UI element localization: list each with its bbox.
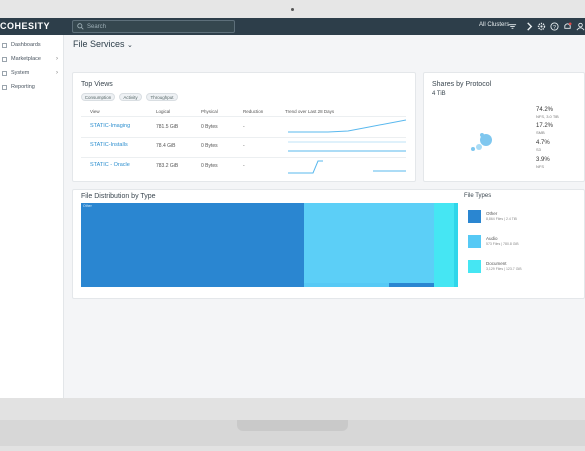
shares-total: 4 TiB — [432, 91, 446, 97]
reduction-value: - — [243, 163, 245, 169]
page-title-text: File Services — [73, 39, 125, 49]
trend-sparkline — [288, 141, 406, 152]
protocol-label: NFS, 3.0 TiB — [536, 114, 559, 119]
reduction-value: - — [243, 124, 245, 130]
page-title[interactable]: File Services ⌄ — [73, 39, 133, 49]
file-distribution-card: File Distribution by Type Other File Typ… — [72, 189, 585, 299]
screen: COHESITY Search All Clusters ? Dashboard… — [0, 18, 585, 398]
physical-value: 0 Bytes — [201, 163, 218, 169]
legend-name: Audio — [486, 236, 498, 241]
sidebar-item-dashboards[interactable]: Dashboards — [0, 39, 64, 51]
protocol-label: NFS — [536, 164, 544, 169]
legend-swatch — [468, 260, 481, 273]
file-types-title: File Types — [464, 193, 492, 199]
logical-value: 783.2 GiB — [156, 163, 179, 169]
protocol-pct: 4.7% — [536, 140, 550, 146]
physical-value: 0 Bytes — [201, 143, 218, 149]
sidebar: Dashboards Marketplace › System › Reportin… — [0, 35, 64, 398]
svg-text:?: ? — [553, 25, 556, 31]
chevron-down-icon: ⌄ — [127, 42, 133, 49]
system-icon — [2, 70, 7, 76]
marketplace-icon — [2, 56, 7, 62]
sidebar-item-marketplace[interactable]: Marketplace › — [0, 53, 64, 65]
search-icon — [77, 23, 84, 30]
sidebar-item-label: System — [11, 70, 30, 76]
protocol-pct: 74.2% — [536, 107, 554, 113]
reduction-value: - — [243, 143, 245, 149]
protocol-label: SMB — [536, 130, 545, 135]
trend-sparkline — [288, 119, 407, 133]
filter-icon[interactable] — [508, 22, 517, 31]
column-header: Physical — [201, 109, 218, 114]
help-icon[interactable]: ? — [550, 22, 559, 31]
chevron-right-icon: › — [56, 70, 58, 76]
sidebar-item-label: Marketplace — [11, 56, 41, 62]
treemap-tile-other[interactable]: Other — [81, 203, 304, 287]
file-distribution-title: File Distribution by Type — [81, 193, 156, 200]
logical-value: 781.5 GiB — [156, 124, 179, 130]
divider — [81, 116, 406, 117]
column-header: Logical — [156, 109, 171, 114]
notifications-icon[interactable] — [563, 22, 572, 31]
column-header: Reduction — [243, 109, 264, 114]
top-views-card: Top Views Consumption Activity Throughpu… — [72, 72, 416, 182]
user-icon[interactable] — [576, 22, 585, 31]
column-header: Trend over Last 28 Days — [285, 109, 335, 114]
legend-detail: 3,129 Files | 123.7 GiB — [486, 267, 522, 271]
top-bar: COHESITY Search All Clusters ? — [0, 18, 585, 35]
treemap: Other — [81, 203, 458, 287]
chip-consumption[interactable]: Consumption — [81, 93, 115, 101]
legend-name: Other — [486, 211, 498, 216]
chevron-right-icon[interactable] — [525, 22, 534, 31]
sidebar-item-system[interactable]: System › — [0, 67, 64, 79]
treemap-tile-document-edge — [454, 203, 458, 287]
treemap-tile-strip — [389, 283, 434, 287]
device-hinge — [237, 420, 348, 431]
gear-icon[interactable] — [537, 22, 546, 31]
camera-dot — [291, 8, 294, 11]
cluster-selector[interactable]: All Clusters — [479, 22, 509, 28]
view-link[interactable]: STATIC-Imaging — [90, 123, 130, 129]
shares-by-protocol-card: Shares by Protocol 4 TiB 74.2% NFS, 3.0 … — [423, 72, 585, 182]
protocol-bubble-chart — [471, 133, 492, 151]
chip-throughput[interactable]: Throughput — [146, 93, 178, 101]
trend-sparkline — [288, 160, 406, 174]
search-input[interactable]: Search — [72, 20, 235, 33]
sidebar-item-label: Reporting — [11, 84, 35, 90]
shares-title: Shares by Protocol — [432, 81, 492, 88]
sidebar-item-label: Dashboards — [11, 42, 41, 48]
column-header: View — [90, 109, 100, 114]
logical-value: 78.4 GiB — [156, 143, 176, 149]
legend-swatch — [468, 235, 481, 248]
protocol-pct: 17.2% — [536, 123, 554, 129]
treemap-tile-audio-sub — [304, 203, 434, 283]
view-link[interactable]: STATIC-Installs — [90, 142, 128, 148]
chip-activity[interactable]: Activity — [119, 93, 142, 101]
physical-value: 0 Bytes — [201, 124, 218, 130]
view-link[interactable]: STATIC - Oracle — [90, 162, 130, 168]
legend-detail: 573 Files | 780.8 GiB — [486, 242, 519, 246]
legend-detail: 8,864 Files | 2.4 TiB — [486, 217, 517, 221]
legend-swatch — [468, 210, 481, 223]
protocol-pct: 3.9% — [536, 157, 550, 163]
legend-name: Document — [486, 261, 507, 266]
device-bezel-top — [0, 0, 585, 18]
protocol-label: S3 — [536, 147, 541, 152]
reporting-icon — [2, 84, 7, 90]
sidebar-item-reporting[interactable]: Reporting — [0, 81, 64, 93]
main-content: File Services ⌄ Top Views Consumption Ac… — [65, 35, 585, 398]
search-placeholder: Search — [87, 23, 107, 30]
treemap-tile-label: Other — [83, 204, 92, 208]
app-logo: COHESITY — [0, 21, 51, 31]
top-views-title: Top Views — [81, 81, 113, 88]
dashboard-icon — [2, 42, 7, 48]
chevron-right-icon: › — [56, 56, 58, 62]
